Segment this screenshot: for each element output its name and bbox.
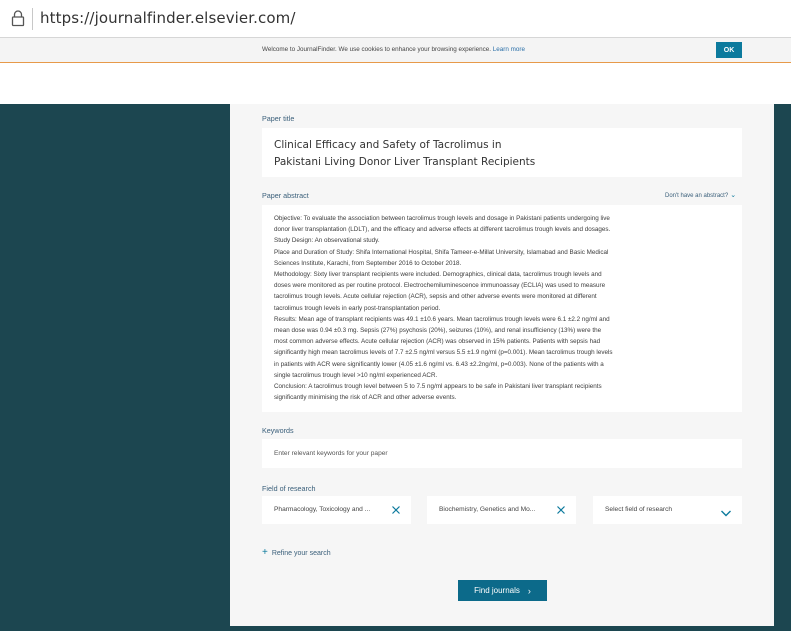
field-of-research-select[interactable]: Select field of research xyxy=(593,496,742,524)
refine-search-label: Refine your search xyxy=(271,549,331,557)
plus-icon: + xyxy=(262,547,268,558)
lock-icon xyxy=(10,9,26,27)
paper-title-label: Paper title xyxy=(262,114,295,123)
abstract-line: mean dose was 0.94 ±0.3 mg. Sepsis (27%)… xyxy=(274,327,602,335)
field-selection-2[interactable]: Biochemistry, Genetics and Mo... xyxy=(427,496,576,524)
find-journals-label: Find journals xyxy=(474,586,520,595)
cookie-ok-button[interactable]: OK xyxy=(716,42,742,58)
field-selection-label: Biochemistry, Genetics and Mo... xyxy=(439,506,536,513)
refine-search-toggle[interactable]: + Refine your search xyxy=(262,547,331,558)
header-band xyxy=(0,64,791,104)
abstract-line: Objective: To evaluate the association b… xyxy=(274,215,610,222)
abstract-line: tacrolimus trough levels. Acute cellular… xyxy=(274,293,597,301)
address-divider xyxy=(32,8,33,30)
find-journals-button[interactable]: Find journals › xyxy=(458,580,547,601)
remove-field-icon[interactable] xyxy=(390,503,402,515)
abstract-line: most common adverse effects. Acute cellu… xyxy=(274,338,601,346)
abstract-line: single tacrolimus trough level >10 ng/ml… xyxy=(274,371,438,379)
chevron-down-icon: ⌄ xyxy=(730,192,737,199)
abstract-line: in patients with ACR were significantly … xyxy=(274,360,604,368)
paper-title-line: Pakistani Living Donor Liver Transplant … xyxy=(274,156,536,168)
paper-abstract-text: Objective: To evaluate the association b… xyxy=(274,213,734,403)
learn-more-link[interactable]: Learn more xyxy=(493,46,525,53)
abstract-line: donor liver transplantation (LDLT), and … xyxy=(274,226,611,234)
field-select-placeholder: Select field of research xyxy=(605,506,673,513)
field-selection-label: Pharmacology, Toxicology and ... xyxy=(274,506,371,513)
abstract-line: Conclusion: A tacrolimus trough level be… xyxy=(274,383,602,391)
abstract-line: Sciences Institute, Karachi, from Septem… xyxy=(274,259,462,267)
paper-title-value: Clinical Efficacy and Safety of Tacrolim… xyxy=(274,137,714,171)
cookie-message: Welcome to JournalFinder. We use cookies… xyxy=(262,46,525,53)
cookie-banner: Welcome to JournalFinder. We use cookies… xyxy=(0,38,791,63)
abstract-line: Place and Duration of Study: Shifa Inter… xyxy=(274,248,609,256)
abstract-line: Study Design: An observational study. xyxy=(274,237,380,245)
chevron-down-icon xyxy=(720,505,732,517)
paper-title-line: Clinical Efficacy and Safety of Tacrolim… xyxy=(274,139,502,151)
url-text[interactable]: https://journalfinder.elsevier.com/ xyxy=(40,9,296,27)
field-of-research-label: Field of research xyxy=(262,484,316,493)
address-bar[interactable]: https://journalfinder.elsevier.com/ xyxy=(0,0,791,38)
abstract-line: Methodology: Sixty liver transplant reci… xyxy=(274,271,602,279)
abstract-line: significantly high mean tacrolimus level… xyxy=(274,349,613,357)
abstract-line: doses were monitored as per routine prot… xyxy=(274,282,606,290)
abstract-line: Results: Mean age of transplant recipien… xyxy=(274,315,610,323)
remove-field-icon[interactable] xyxy=(555,503,567,515)
chevron-right-icon: › xyxy=(527,585,531,596)
abstract-line: significantly minimising the risk of ACR… xyxy=(274,394,457,402)
keywords-label: Keywords xyxy=(262,426,294,435)
no-abstract-link[interactable]: Don't have an abstract? ⌄ xyxy=(665,191,736,199)
abstract-line: tacrolimus trough levels in early post-t… xyxy=(274,304,441,312)
field-selection-1[interactable]: Pharmacology, Toxicology and ... xyxy=(262,496,411,524)
keywords-placeholder: Enter relevant keywords for your paper xyxy=(274,450,388,457)
paper-abstract-label: Paper abstract xyxy=(262,191,309,200)
